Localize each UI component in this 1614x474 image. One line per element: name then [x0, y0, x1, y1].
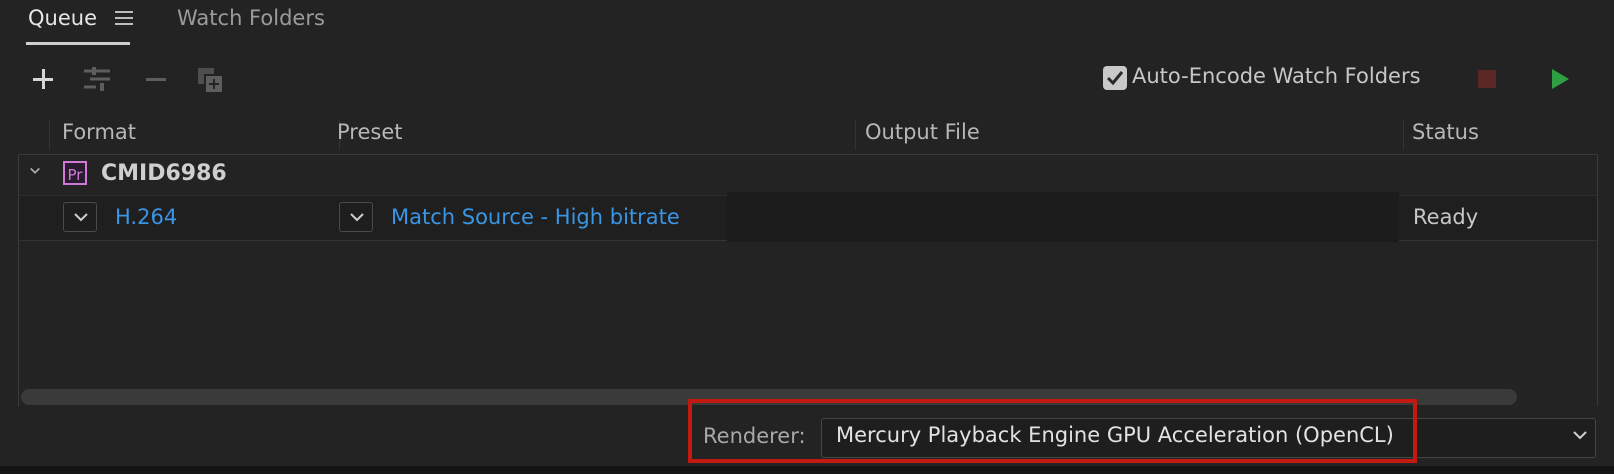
renderer-bar: Renderer: Mercury Playback Engine GPU Ac… [0, 399, 1614, 474]
group-name: CMID6986 [101, 161, 227, 186]
column-header-format[interactable]: Format [62, 120, 136, 144]
highlight-box [688, 399, 1417, 463]
column-header-output-file[interactable]: Output File [865, 120, 980, 144]
format-dropdown-button[interactable] [63, 202, 97, 232]
chevron-down-icon [350, 213, 364, 222]
tab-watch-folders-label: Watch Folders [177, 6, 325, 30]
output-file-cell[interactable] [727, 192, 1399, 242]
queue-group-row[interactable]: Pr CMID6986 [19, 155, 1597, 195]
preset-link[interactable]: Match Source - High bitrate [391, 205, 680, 229]
hamburger-menu-icon[interactable] [115, 11, 133, 25]
column-divider[interactable] [1403, 120, 1404, 150]
settings-icon[interactable] [82, 66, 110, 94]
column-divider[interactable] [49, 120, 50, 150]
active-tab-indicator [26, 42, 130, 45]
tab-queue[interactable]: Queue [26, 6, 130, 45]
media-encoder-queue-panel: Queue Watch Folders Auto-Encode Watch Fo… [0, 0, 1614, 474]
minus-icon[interactable] [144, 66, 172, 94]
auto-encode-checkbox[interactable] [1103, 66, 1127, 90]
premiere-pro-icon: Pr [63, 161, 87, 185]
queue-toolbar: Auto-Encode Watch Folders [0, 56, 1614, 102]
tab-bar: Queue Watch Folders [0, 0, 1614, 46]
queue-list: Pr CMID6986 H.264 Match Source - High bi… [18, 154, 1598, 407]
tab-watch-folders[interactable]: Watch Folders [177, 6, 325, 30]
column-header-row: Format Preset Output File Status [0, 116, 1614, 152]
auto-encode-label: Auto-Encode Watch Folders [1132, 64, 1421, 88]
column-header-status[interactable]: Status [1412, 120, 1479, 144]
duplicate-icon[interactable] [196, 66, 224, 94]
format-link[interactable]: H.264 [115, 205, 177, 229]
column-divider[interactable] [855, 120, 856, 150]
collapse-chevron-icon[interactable] [29, 165, 41, 177]
tab-queue-label: Queue [28, 6, 97, 30]
chevron-down-icon [1573, 431, 1587, 440]
stop-icon[interactable] [1478, 70, 1496, 88]
queue-job-row[interactable]: H.264 Match Source - High bitrate Ready [19, 192, 1597, 242]
play-icon[interactable] [1552, 69, 1569, 89]
plus-icon[interactable] [30, 66, 58, 94]
column-header-preset[interactable]: Preset [337, 120, 402, 144]
panel-bottom-border [0, 466, 1614, 474]
preset-dropdown-button[interactable] [339, 202, 373, 232]
chevron-down-icon [74, 213, 88, 222]
status-value: Ready [1413, 205, 1479, 229]
